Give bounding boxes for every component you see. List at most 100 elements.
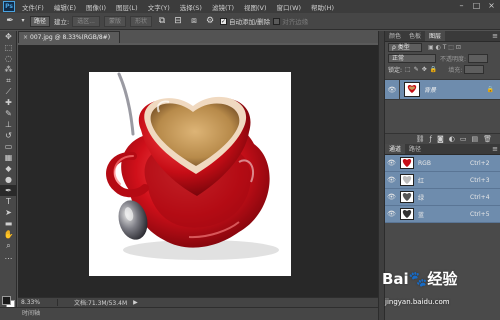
fx-icon[interactable]: ƒ xyxy=(429,135,431,143)
channel-name: 红 xyxy=(418,177,425,185)
lasso-tool-icon[interactable]: ◌ xyxy=(0,53,17,64)
brush-tool-icon[interactable]: ✎ xyxy=(0,108,17,119)
panel-menu-icon[interactable]: ≡ xyxy=(490,144,500,154)
dodge-tool-icon[interactable]: ● xyxy=(0,174,17,185)
status-menu-arrow[interactable]: ▶ xyxy=(133,299,138,306)
stamp-tool-icon[interactable]: ⊥ xyxy=(0,119,17,130)
eraser-tool-icon[interactable]: ▭ xyxy=(0,141,17,152)
type-tool-icon[interactable]: T xyxy=(0,196,17,207)
lock-fill-row: 锁定: ⬚ ✎ ✥ 🔒 填充: xyxy=(385,64,500,75)
lock-position-icon[interactable]: ✥ xyxy=(422,66,427,73)
menu-view[interactable]: 视图(V) xyxy=(244,2,267,12)
pen-icon[interactable]: ✒ xyxy=(4,15,16,27)
mode-select[interactable]: 路径 xyxy=(30,15,51,27)
blur-tool-icon[interactable]: ◆ xyxy=(0,163,17,174)
panel-menu-icon[interactable]: ≡ xyxy=(490,31,500,41)
timeline-panel-tab[interactable]: 时间轴 xyxy=(0,307,378,320)
zoom-tool-icon[interactable]: ⌕ xyxy=(0,240,17,251)
layers-panel-tabs: 颜色 色板 图层 ≡ xyxy=(385,31,500,42)
zoom-level[interactable]: 8.33% xyxy=(18,299,58,306)
path-select-tool-icon[interactable]: ➤ xyxy=(0,207,17,218)
minimize-button[interactable]: – xyxy=(457,1,466,11)
new-layer-icon[interactable]: ▤ xyxy=(471,135,478,143)
document-tab[interactable]: × 007.jpg @ 8.33%(RGB/8#) xyxy=(18,31,120,43)
shape-tool-icon[interactable]: ▬ xyxy=(0,218,17,229)
path-operations-icon[interactable]: ⧉ xyxy=(156,15,168,27)
close-tab-icon[interactable]: × xyxy=(23,34,28,41)
menu-bar: Ps 文件(F) 编辑(E) 图像(I) 图层(L) 文字(Y) 选择(S) 滤… xyxy=(0,0,500,13)
chevron-down-icon[interactable]: ▾ xyxy=(20,15,26,27)
move-tool-icon[interactable]: ✥ xyxy=(0,31,17,42)
tab-layers[interactable]: 图层 xyxy=(425,31,446,41)
lock-pixels-icon[interactable]: ✎ xyxy=(414,66,419,73)
eyedropper-tool-icon[interactable]: ⟋ xyxy=(0,86,17,97)
marquee-tool-icon[interactable]: ⬚ xyxy=(0,42,17,53)
healing-tool-icon[interactable]: ✚ xyxy=(0,97,17,108)
menu-image[interactable]: 图像(I) xyxy=(86,2,106,12)
make-selection-button[interactable]: 选区... xyxy=(72,15,100,27)
maximize-button[interactable]: □ xyxy=(472,1,481,11)
menu-edit[interactable]: 编辑(E) xyxy=(54,2,76,12)
path-arrangement-icon[interactable]: ⧈ xyxy=(188,15,200,27)
menu-type[interactable]: 文字(Y) xyxy=(148,2,170,12)
hand-tool-icon[interactable]: ✋ xyxy=(0,229,17,240)
eye-icon[interactable]: 👁 xyxy=(385,210,398,218)
adjustment-layer-icon[interactable]: ◐ xyxy=(449,135,455,143)
gear-icon[interactable]: ⚙ xyxy=(204,15,216,27)
opacity-field[interactable] xyxy=(468,54,489,63)
channel-name: 绿 xyxy=(418,194,425,202)
quick-select-tool-icon[interactable]: ⁂ xyxy=(0,64,17,75)
menu-file[interactable]: 文件(F) xyxy=(22,2,44,12)
menu-filter[interactable]: 滤镜(T) xyxy=(212,2,234,12)
gradient-tool-icon[interactable]: ▦ xyxy=(0,152,17,163)
channel-row-red[interactable]: 👁 红 Ctrl+3 xyxy=(385,172,500,189)
channel-row-green[interactable]: 👁 绿 Ctrl+4 xyxy=(385,189,500,206)
make-shape-button[interactable]: 形状 xyxy=(129,15,152,27)
lock-icon: 🔒 xyxy=(486,86,494,93)
channel-thumbnail xyxy=(400,191,414,203)
path-alignment-icon[interactable]: ⊟ xyxy=(172,15,184,27)
delete-layer-icon[interactable]: 🗑 xyxy=(483,135,492,143)
menu-window[interactable]: 窗口(W) xyxy=(277,2,302,12)
eye-icon[interactable]: 👁 xyxy=(385,176,398,184)
layer-kind-filter[interactable]: ρ 类型 xyxy=(388,43,422,52)
history-brush-tool-icon[interactable]: ↺ xyxy=(0,130,17,141)
blend-mode-select[interactable]: 正常 xyxy=(388,54,436,63)
close-button[interactable]: × xyxy=(487,1,496,11)
add-mask-icon[interactable]: ◙ xyxy=(437,135,444,143)
canvas-area[interactable] xyxy=(18,45,378,297)
auto-add-delete-checkbox[interactable]: ✓ xyxy=(219,17,227,25)
foreground-color-swatch[interactable] xyxy=(2,296,11,305)
channel-name: 蓝 xyxy=(418,211,425,219)
status-bar: 8.33% 文档:71.3M/53.4M ▶ xyxy=(18,297,378,307)
link-layers-icon[interactable]: ⛓ xyxy=(416,135,425,143)
menu-layer[interactable]: 图层(L) xyxy=(116,2,138,12)
align-edges-checkbox[interactable] xyxy=(273,17,281,25)
menu-select[interactable]: 选择(S) xyxy=(180,2,202,12)
lock-transparent-icon[interactable]: ⬚ xyxy=(405,66,411,73)
channel-shortcut: Ctrl+5 xyxy=(470,210,490,218)
crop-tool-icon[interactable]: ⌗ xyxy=(0,75,17,86)
eye-icon[interactable]: 👁 xyxy=(385,86,399,94)
document-canvas[interactable] xyxy=(89,72,291,276)
tab-swatches[interactable]: 色板 xyxy=(405,31,425,41)
layer-name[interactable]: 背景 xyxy=(424,85,436,94)
tab-color[interactable]: 颜色 xyxy=(385,31,405,41)
tab-channels[interactable]: 通道 xyxy=(385,144,406,154)
eye-icon[interactable]: 👁 xyxy=(385,193,398,201)
lock-all-icon[interactable]: 🔒 xyxy=(430,66,437,73)
more-tools-icon[interactable]: … xyxy=(0,251,17,262)
fill-field[interactable] xyxy=(464,65,485,74)
layer-row-background[interactable]: 👁 背景 🔒 xyxy=(385,79,500,100)
channel-row-blue[interactable]: 👁 蓝 Ctrl+5 xyxy=(385,206,500,223)
tab-paths[interactable]: 路径 xyxy=(405,144,425,154)
make-mask-button[interactable]: 蒙版 xyxy=(103,15,126,27)
new-group-icon[interactable]: ▭ xyxy=(460,135,467,143)
eye-icon[interactable]: 👁 xyxy=(385,159,398,167)
filter-icons[interactable]: ▣ ◐ T ⬚ ⊡ xyxy=(428,44,461,51)
channel-name: RGB xyxy=(418,159,431,167)
menu-help[interactable]: 帮助(H) xyxy=(311,2,334,12)
pen-tool-icon[interactable]: ✒ xyxy=(0,185,17,196)
heart-cup-image xyxy=(106,72,279,260)
channel-row-rgb[interactable]: 👁 RGB Ctrl+2 xyxy=(385,155,500,172)
